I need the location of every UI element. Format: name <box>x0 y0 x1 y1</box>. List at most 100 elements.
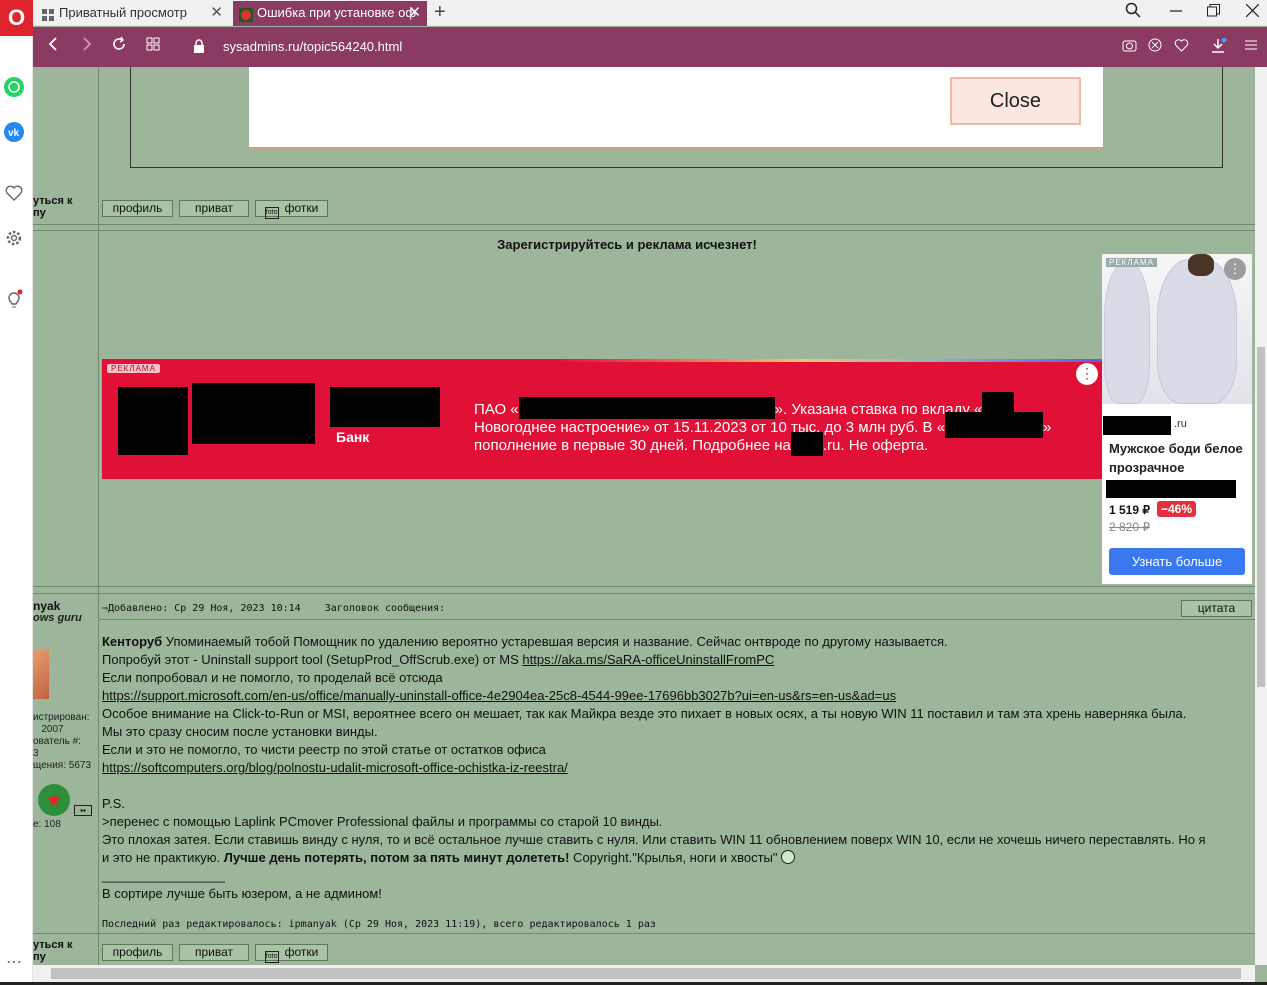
author-posts: щения: 5673 <box>33 760 92 771</box>
ad-badge: РЕКЛАМА <box>107 364 160 373</box>
photos-button[interactable]: foto фотки <box>255 200 328 219</box>
site-favicon-icon <box>239 6 253 22</box>
back-to-top-link[interactable]: уться к пу <box>33 195 73 219</box>
medal-star-icon: ★ <box>38 784 70 816</box>
ad-badge: РЕКЛАМА <box>1106 258 1157 267</box>
author-user-number: 3 <box>33 748 39 759</box>
dialog-box: Close <box>249 67 1103 149</box>
product-price: 1 519 ₽ <box>1109 503 1150 517</box>
redacted-text <box>1106 480 1236 498</box>
ad-top-stripe <box>102 359 1102 362</box>
link-support-microsoft[interactable]: https://support.microsoft.com/en-us/offi… <box>102 688 896 703</box>
author-name[interactable]: nyak <box>33 599 60 613</box>
photo-camera-icon: foto <box>264 207 279 219</box>
new-tab-button[interactable]: + <box>434 1 446 23</box>
author-rank: ows guru <box>33 612 82 624</box>
lightbulb-icon[interactable] <box>4 289 24 309</box>
adblock-icon[interactable] <box>1148 38 1162 55</box>
link-sara[interactable]: https://aka.ms/SaRA-officeUninstallFromP… <box>522 652 774 667</box>
author-registered-year: 2007 <box>41 724 64 735</box>
redacted-logo <box>330 387 440 427</box>
author-user-number-label: ователь #: <box>33 736 81 747</box>
shop-domain-suffix: .ru <box>1174 418 1187 430</box>
quote-button[interactable]: цитата <box>1181 600 1252 617</box>
post-subject-label: Заголовок сообщения: <box>324 603 446 614</box>
register-notice: Зарегистрируйтесь и реклама исчезнет! <box>497 237 757 252</box>
settings-gear-icon[interactable] <box>4 228 24 248</box>
url-text[interactable]: sysadmins.ru/topic564240.html <box>223 39 402 54</box>
profile-button[interactable]: профиль <box>102 944 173 961</box>
tab-label: Приватный просмотр <box>59 5 187 20</box>
tab-close-icon[interactable]: ✕ <box>408 1 421 25</box>
discount-badge: −46% <box>1157 501 1197 517</box>
forward-icon[interactable] <box>81 36 93 57</box>
favorites-heart-icon[interactable] <box>4 183 24 203</box>
tab-strip: Приватный просмотр ✕ Ошибка при установк… <box>0 0 1267 26</box>
search-icon[interactable] <box>1125 2 1141 22</box>
tab-label: Ошибка при установке оф <box>257 5 417 20</box>
tab-private-browsing[interactable]: Приватный просмотр ✕ <box>35 1 229 26</box>
svg-text:vk: vk <box>8 128 20 139</box>
row-divider <box>33 230 1255 231</box>
redacted-logo <box>118 387 188 455</box>
back-icon[interactable] <box>47 36 59 57</box>
address-bar: sysadmins.ru/topic564240.html <box>33 27 1267 67</box>
product-ad[interactable]: РЕКЛАМА ⋮ .ru Мужское боди белое прозрач… <box>1102 254 1252 584</box>
lock-icon[interactable] <box>193 39 205 56</box>
private-message-button[interactable]: приват <box>179 200 249 217</box>
back-to-top-link[interactable]: уться к пу <box>33 939 73 963</box>
close-label: Close <box>989 90 1042 112</box>
post-date: ⇒Добавлено: Ср 29 Ноя, 2023 10:14 <box>102 603 301 614</box>
bank-name-label: Банк <box>336 429 370 445</box>
grin-smiley-icon <box>781 850 796 864</box>
post-body: Кенторуб Упоминаемый тобой Помощник по у… <box>102 634 1206 901</box>
ad-menu-icon[interactable]: ⋮ <box>1076 363 1098 385</box>
product-title: Мужское боди белое прозрачное <box>1109 441 1243 475</box>
column-divider <box>98 67 99 965</box>
avatar <box>33 649 49 699</box>
learn-more-button[interactable]: Узнать больше <box>1109 548 1245 575</box>
restore-icon[interactable] <box>1207 4 1220 21</box>
page-content: Close уться к пу профиль приват foto фотки… <box>33 67 1255 965</box>
close-window-icon[interactable] <box>1245 3 1260 21</box>
profile-button[interactable]: профиль <box>102 200 173 217</box>
browser-logo[interactable]: O <box>0 0 33 36</box>
photos-button[interactable]: foto фотки <box>255 944 328 963</box>
row-divider <box>33 593 1255 594</box>
ad-menu-icon[interactable]: ⋮ <box>1224 258 1246 280</box>
speed-dial-icon[interactable] <box>145 36 161 57</box>
product-image: РЕКЛАМА ⋮ <box>1102 254 1252 404</box>
row-divider <box>33 224 1255 225</box>
photo-camera-icon: foto <box>264 951 279 963</box>
more-icon[interactable]: ⋯ <box>4 953 24 973</box>
menu-icon[interactable] <box>1244 38 1258 55</box>
vertical-scrollbar[interactable] <box>1255 67 1267 965</box>
dialog-close-button[interactable]: Close <box>950 77 1081 125</box>
row-divider <box>33 586 1255 587</box>
heart-icon[interactable] <box>1174 38 1189 55</box>
camera-icon[interactable] <box>1122 38 1137 55</box>
author-registered-label: истрирован: <box>33 712 90 723</box>
scroll-thumb[interactable] <box>1257 347 1265 687</box>
old-price: 2 820 ₽ <box>1109 520 1150 534</box>
private-message-button[interactable]: приват <box>179 944 249 961</box>
horizontal-scrollbar[interactable] <box>33 965 1255 982</box>
author-extra: е: 108 <box>33 819 61 830</box>
tab-active[interactable]: Ошибка при установке оф ✕ <box>233 1 427 26</box>
post-edit-note: Последний раз редактировалось: ipmanyak … <box>102 919 656 930</box>
photos-label: фотки <box>284 945 319 959</box>
redacted-shop <box>1103 416 1171 435</box>
bank-ad-banner[interactable]: РЕКЛАМА Банк ПАО «». Указана ставка по в… <box>102 359 1102 479</box>
scroll-thumb[interactable] <box>51 968 1241 979</box>
link-softcomputers[interactable]: https://softcomputers.org/blog/polnostu-… <box>102 760 568 775</box>
tab-close-icon[interactable]: ✕ <box>210 1 223 25</box>
redacted-logo <box>192 383 315 444</box>
vk-icon[interactable]: vk <box>4 122 24 142</box>
whatsapp-icon[interactable] <box>4 77 24 97</box>
reload-icon[interactable] <box>111 36 127 57</box>
pm-status-icon[interactable]: ▪▪ <box>74 805 92 816</box>
download-icon[interactable] <box>1211 37 1227 57</box>
minimize-icon[interactable] <box>1170 4 1182 21</box>
browser-sidebar: vk ⋯ <box>0 36 33 985</box>
row-divider <box>33 933 1255 934</box>
